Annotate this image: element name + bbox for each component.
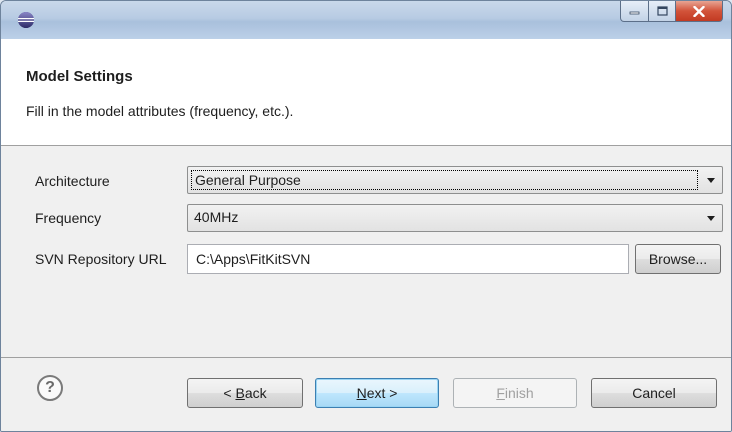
frequency-select[interactable]: 40MHz bbox=[187, 204, 723, 232]
help-button[interactable]: ? bbox=[37, 375, 63, 401]
wizard-header: Model Settings Fill in the model attribu… bbox=[1, 39, 731, 146]
button-bar: ? < Back Next > Finish Cancel bbox=[1, 357, 731, 431]
minimize-icon bbox=[629, 11, 640, 15]
close-button[interactable] bbox=[676, 1, 723, 22]
finish-label: inish bbox=[504, 385, 534, 401]
chevron-down-icon bbox=[707, 178, 715, 183]
frequency-value: 40MHz bbox=[194, 209, 239, 225]
maximize-button[interactable] bbox=[649, 1, 676, 22]
title-bar[interactable] bbox=[1, 1, 731, 39]
chevron-down-icon bbox=[707, 216, 715, 221]
back-button[interactable]: < Back bbox=[187, 378, 303, 408]
next-button[interactable]: Next > bbox=[315, 378, 439, 408]
wizard-dialog: Model Settings Fill in the model attribu… bbox=[0, 0, 732, 432]
finish-button[interactable]: Finish bbox=[453, 378, 577, 408]
close-icon bbox=[693, 5, 705, 17]
next-mnemonic: N bbox=[356, 385, 367, 401]
architecture-label: Architecture bbox=[35, 173, 110, 189]
browse-button[interactable]: Browse... bbox=[635, 244, 721, 274]
back-mnemonic: B bbox=[235, 385, 245, 401]
back-label: ack bbox=[244, 385, 267, 401]
page-title: Model Settings bbox=[26, 68, 133, 85]
svn-url-input[interactable] bbox=[188, 245, 628, 273]
window-controls bbox=[620, 1, 723, 22]
frequency-label: Frequency bbox=[35, 210, 102, 226]
help-icon: ? bbox=[45, 379, 55, 396]
eclipse-icon bbox=[18, 12, 34, 28]
next-label: ext > bbox=[366, 385, 398, 401]
back-prefix: < bbox=[223, 385, 236, 401]
cancel-button[interactable]: Cancel bbox=[591, 378, 717, 408]
architecture-value: General Purpose bbox=[191, 170, 698, 190]
svn-url-label: SVN Repository URL bbox=[35, 251, 167, 267]
maximize-icon bbox=[656, 6, 668, 16]
svn-url-field[interactable] bbox=[187, 244, 629, 274]
page-description: Fill in the model attributes (frequency,… bbox=[26, 103, 294, 119]
minimize-button[interactable] bbox=[620, 1, 649, 22]
form-area: Architecture General Purpose Frequency 4… bbox=[1, 146, 731, 356]
finish-mnemonic: F bbox=[496, 385, 505, 401]
architecture-select[interactable]: General Purpose bbox=[187, 166, 723, 194]
